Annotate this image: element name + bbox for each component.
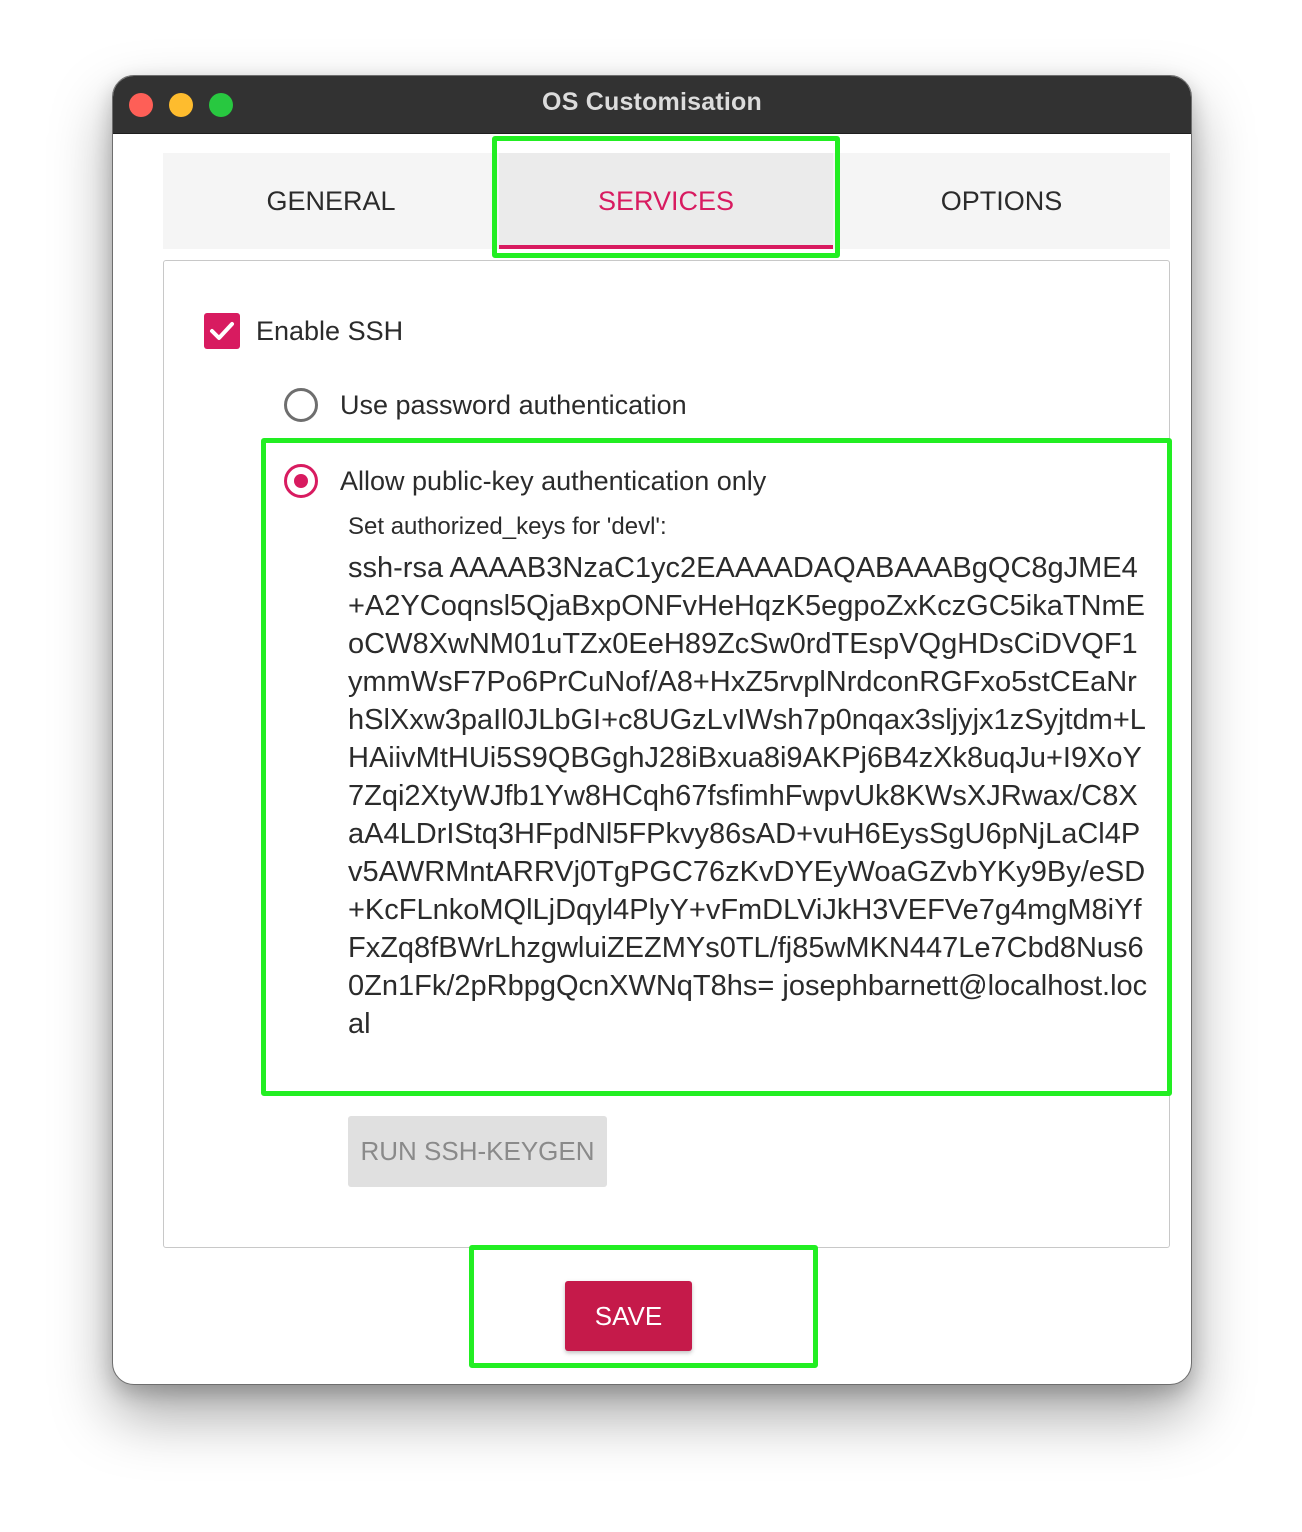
enable-ssh-label: Enable SSH [256, 316, 404, 346]
save-button[interactable]: SAVE [565, 1281, 692, 1351]
tab-bar: GENERAL SERVICES OPTIONS [163, 153, 1170, 249]
tab-services[interactable]: SERVICES [499, 153, 833, 249]
password-auth-label: Use password authentication [340, 390, 687, 420]
pubkey-auth-radio[interactable] [284, 464, 318, 498]
pubkey-auth-label: Allow public-key authentication only [340, 466, 767, 496]
os-customisation-window: OS Customisation GENERAL SERVICES OPTION… [112, 75, 1192, 1385]
tab-options[interactable]: OPTIONS [833, 153, 1170, 249]
run-ssh-keygen-button[interactable]: RUN SSH-KEYGEN [348, 1116, 607, 1187]
password-auth-radio[interactable] [284, 388, 318, 422]
enable-ssh-checkbox[interactable] [204, 313, 240, 349]
radio-selected-dot [294, 474, 308, 488]
services-panel: Enable SSH Use password authentication A… [163, 260, 1170, 1248]
tab-services-label: SERVICES [597, 186, 735, 216]
title-bar: OS Customisation [113, 76, 1191, 134]
checkmark-icon [210, 322, 234, 340]
authorized-keys-field[interactable]: ssh-rsa AAAAB3NzaC1yc2EAAAADAQABAAABgQC8… [348, 549, 1148, 1043]
authorized-keys-label: Set authorized_keys for 'devl': [348, 513, 667, 540]
window-title: OS Customisation [542, 88, 762, 116]
tab-general[interactable]: GENERAL [163, 153, 499, 249]
active-tab-indicator [499, 245, 833, 249]
